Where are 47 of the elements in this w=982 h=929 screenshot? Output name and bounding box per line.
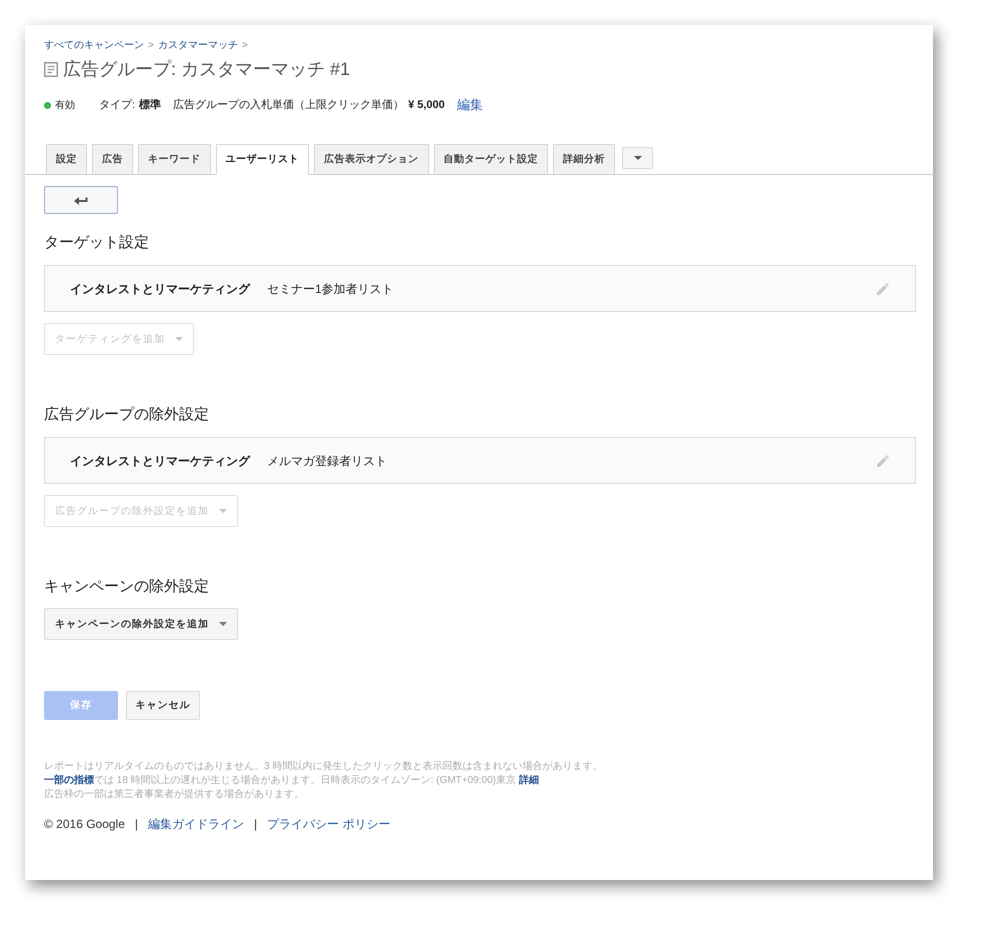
back-button[interactable] [44, 186, 118, 214]
breadcrumb-link[interactable]: カスタマーマッチ [158, 39, 238, 53]
tab[interactable]: キーワード [138, 144, 210, 175]
section-heading: 広告グループの除外設定 [44, 405, 210, 425]
add-dropdown-button[interactable]: キャンペーンの除外設定を追加 [44, 608, 238, 640]
type-value: 標準 [139, 98, 162, 113]
edit-link[interactable]: 編集 [456, 95, 483, 115]
caret-icon [219, 509, 227, 513]
pencil-icon[interactable] [877, 282, 889, 294]
caret-icon [634, 156, 642, 160]
tab[interactable]: 広告 [92, 144, 133, 175]
copyright-text: © 2016 Google [44, 816, 125, 833]
page-title: 広告グループ: カスタマーマッチ #1 [63, 58, 350, 81]
breadcrumb-separator: > [148, 39, 154, 53]
cancel-button[interactable]: キャンセル [126, 691, 200, 720]
breadcrumb-separator: > [242, 39, 248, 53]
type-label: タイプ: [99, 98, 136, 113]
document-icon [44, 62, 58, 76]
entry-value: メルマガ登録者リスト [267, 452, 387, 470]
bid-value: ¥ 5,000 [408, 98, 445, 113]
footer-note: レポートはリアルタイムのものではありません。3 時間以内に発生したクリック数と表示回数は含まれない場合があります。 [44, 760, 604, 774]
status-label: 有効 [55, 98, 75, 112]
caret-icon [175, 337, 183, 341]
tab[interactable]: 詳細分析 [553, 144, 615, 175]
link-separator: | [134, 816, 138, 833]
pencil-icon[interactable] [877, 454, 889, 466]
footer-note: 広告枠の一部は第三者事業者が提供する場合があります。 [44, 788, 305, 802]
breadcrumb-link[interactable]: すべてのキャンペーン [44, 39, 144, 53]
entry-category: インタレストとリマーケティング [70, 452, 250, 470]
back-arrow-icon [74, 196, 88, 204]
entry-category: インタレストとリマーケティング [70, 280, 250, 298]
link-separator: | [254, 816, 258, 833]
footer-note: 一部の指標では 18 時間以上の遅れが生じる場合があります。日時表示のタイムゾーン: (GMT+09:00)東京 詳細 [44, 774, 540, 788]
tab[interactable]: 自動ターゲット設定 [434, 144, 548, 175]
footer-link[interactable]: 一部の指標 [44, 775, 94, 786]
more-tabs-button[interactable] [622, 147, 653, 169]
tab[interactable]: 広告表示オプション [314, 144, 428, 175]
entry-value: セミナー1参加者リスト [267, 280, 394, 298]
footer-link[interactable]: プライバシー ポリシー [267, 815, 390, 833]
tab[interactable]: ユーザーリスト [216, 144, 309, 175]
caret-icon [219, 622, 227, 626]
section-heading: キャンペーンの除外設定 [44, 577, 210, 597]
footer-link[interactable]: 編集ガイドライン [148, 815, 244, 833]
tab[interactable]: 設定 [46, 144, 87, 175]
section-heading: ターゲット設定 [44, 233, 150, 253]
footer-link[interactable]: 詳細 [518, 775, 539, 786]
bid-label: 広告グループの入札単価（上限クリック単価） [173, 98, 404, 113]
